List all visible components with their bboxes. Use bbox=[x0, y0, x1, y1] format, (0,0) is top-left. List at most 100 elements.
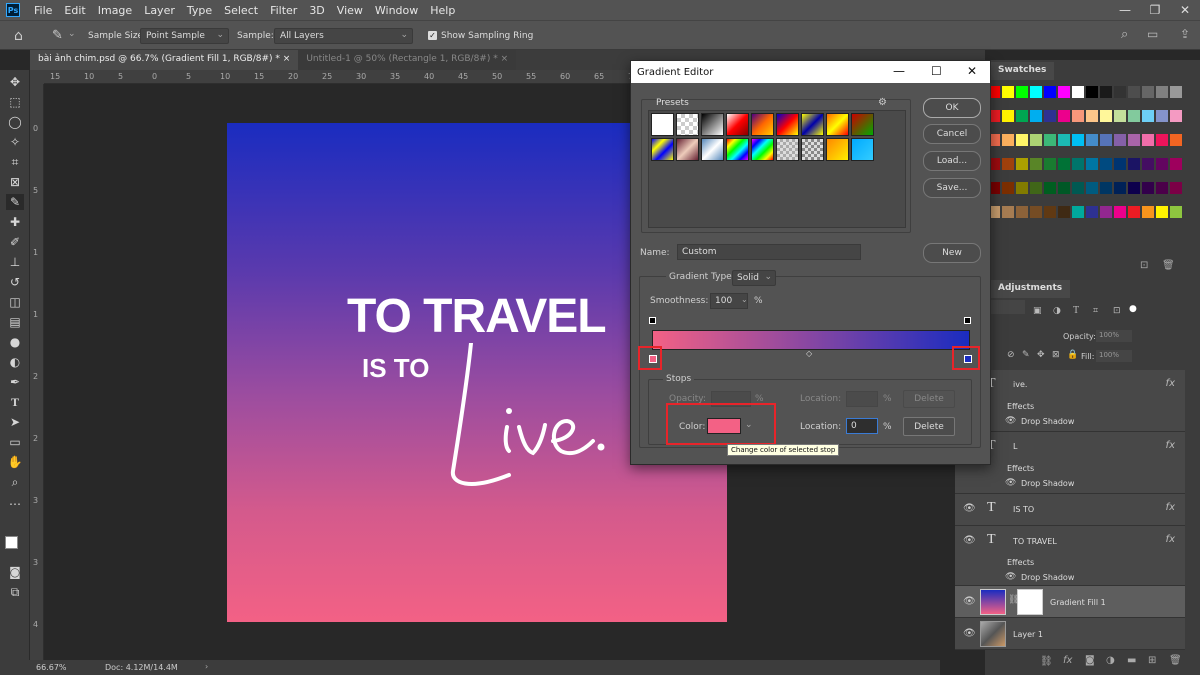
swatch[interactable] bbox=[1170, 182, 1182, 194]
menu-filter[interactable]: Filter bbox=[264, 4, 303, 17]
swatch[interactable] bbox=[1170, 134, 1182, 146]
crop-tool-icon[interactable]: ⌗ bbox=[6, 154, 24, 170]
layer-fx-icon[interactable]: fx bbox=[1166, 440, 1175, 451]
link-layers-icon[interactable]: ⛓ bbox=[1040, 656, 1053, 667]
preset-swatch[interactable] bbox=[651, 113, 674, 136]
midpoint-diamond-icon[interactable]: ◇ bbox=[806, 349, 812, 358]
swatch[interactable] bbox=[1086, 158, 1098, 170]
menu-window[interactable]: Window bbox=[369, 4, 424, 17]
preset-swatch[interactable] bbox=[651, 138, 674, 161]
menu-edit[interactable]: Edit bbox=[58, 4, 91, 17]
zoom-level[interactable]: 66.67% bbox=[36, 663, 67, 672]
layer-row[interactable]: 👁 T IS TO fx bbox=[955, 494, 1185, 526]
swatch[interactable] bbox=[1072, 86, 1084, 98]
more-tools-icon[interactable]: ⋯ bbox=[6, 496, 24, 512]
path-select-icon[interactable]: ➤ bbox=[6, 414, 24, 430]
add-style-icon[interactable]: fx bbox=[1063, 655, 1072, 666]
swatch[interactable] bbox=[1086, 134, 1098, 146]
menu-3d[interactable]: 3D bbox=[303, 4, 330, 17]
swatch[interactable] bbox=[1128, 206, 1140, 218]
swatch[interactable] bbox=[1016, 86, 1028, 98]
layer-row[interactable]: 👁 Layer 1 bbox=[955, 618, 1185, 650]
swatch[interactable] bbox=[1086, 182, 1098, 194]
swatch[interactable] bbox=[1030, 182, 1042, 194]
swatch[interactable] bbox=[1156, 134, 1168, 146]
swatch[interactable] bbox=[1002, 182, 1014, 194]
ok-button[interactable]: OK bbox=[923, 98, 981, 118]
menu-select[interactable]: Select bbox=[218, 4, 264, 17]
quick-select-tool-icon[interactable]: ✧ bbox=[6, 134, 24, 150]
swatch[interactable] bbox=[1142, 206, 1154, 218]
swatch[interactable] bbox=[1170, 158, 1182, 170]
swatch[interactable] bbox=[1016, 206, 1028, 218]
swatch[interactable] bbox=[1002, 86, 1014, 98]
swatch[interactable] bbox=[1156, 110, 1168, 122]
close-tab-icon[interactable]: × bbox=[501, 54, 509, 64]
filter-pixel-icon[interactable]: ▣ bbox=[1033, 306, 1042, 316]
foreground-color-swatch[interactable] bbox=[5, 536, 18, 549]
swatch[interactable] bbox=[1044, 110, 1056, 122]
swatch[interactable] bbox=[1170, 110, 1182, 122]
new-swatch-icon[interactable]: ⊡ bbox=[1140, 260, 1148, 271]
swatch[interactable] bbox=[1142, 110, 1154, 122]
preset-swatch[interactable] bbox=[851, 138, 874, 161]
layer-name[interactable]: IS TO bbox=[1013, 505, 1034, 514]
swatch[interactable] bbox=[1058, 86, 1070, 98]
opacity-field[interactable]: 100% bbox=[1096, 330, 1132, 342]
workspace-icon[interactable]: ▭ bbox=[1147, 27, 1158, 41]
swatch[interactable] bbox=[1086, 206, 1098, 218]
swatch[interactable] bbox=[1142, 182, 1154, 194]
gradient-bar[interactable] bbox=[652, 330, 970, 350]
dodge-tool-icon[interactable]: ◐ bbox=[6, 354, 24, 370]
color-location-input[interactable]: 0 bbox=[846, 418, 878, 434]
minimize-button[interactable]: — bbox=[1110, 0, 1140, 20]
preset-swatch[interactable] bbox=[776, 113, 799, 136]
swatch[interactable] bbox=[1030, 110, 1042, 122]
close-button[interactable]: ✕ bbox=[1170, 0, 1200, 20]
visibility-eye-icon[interactable]: 👁 bbox=[963, 503, 976, 514]
gradient-tool-icon[interactable]: ▤ bbox=[6, 314, 24, 330]
adjustment-layer-icon[interactable]: ◑ bbox=[1106, 655, 1115, 666]
marquee-tool-icon[interactable]: ⬚ bbox=[6, 94, 24, 110]
add-mask-icon[interactable]: ◙ bbox=[1085, 655, 1095, 666]
preset-swatch[interactable] bbox=[851, 113, 874, 136]
menu-type[interactable]: Type bbox=[181, 4, 218, 17]
healing-brush-icon[interactable]: ✚ bbox=[6, 214, 24, 230]
menu-layer[interactable]: Layer bbox=[138, 4, 181, 17]
swatch[interactable] bbox=[1100, 158, 1112, 170]
load-button[interactable]: Load... bbox=[923, 151, 981, 171]
swatch[interactable] bbox=[1072, 110, 1084, 122]
delete-layer-icon[interactable]: 🗑 bbox=[1169, 655, 1182, 666]
layer-filter-field[interactable] bbox=[985, 300, 1025, 314]
swatch[interactable] bbox=[1058, 110, 1070, 122]
home-icon[interactable]: ⌂ bbox=[14, 28, 23, 44]
swatch[interactable] bbox=[1002, 134, 1014, 146]
restore-button[interactable]: ❐ bbox=[1140, 0, 1170, 20]
preset-swatch[interactable] bbox=[726, 113, 749, 136]
preset-swatch[interactable] bbox=[826, 113, 849, 136]
swatch[interactable] bbox=[1016, 182, 1028, 194]
layer-name[interactable]: Layer 1 bbox=[1013, 630, 1043, 639]
tab-bai-anh-chim[interactable]: bài ảnh chim.psd @ 66.7% (Gradient Fill … bbox=[30, 50, 299, 70]
swatch[interactable] bbox=[1100, 86, 1112, 98]
swatch[interactable] bbox=[1100, 206, 1112, 218]
swatch[interactable] bbox=[1058, 158, 1070, 170]
frame-tool-icon[interactable]: ⊠ bbox=[6, 174, 24, 190]
eyedropper-tool-icon[interactable]: ✎ bbox=[6, 194, 24, 210]
layer-fx-icon[interactable]: fx bbox=[1166, 378, 1175, 389]
swatch[interactable] bbox=[1100, 110, 1112, 122]
layer-name[interactable]: TO TRAVEL bbox=[1013, 537, 1057, 546]
type-tool-icon[interactable]: T bbox=[6, 394, 24, 410]
swatch[interactable] bbox=[1170, 206, 1182, 218]
swatch[interactable] bbox=[1086, 110, 1098, 122]
menu-file[interactable]: File bbox=[28, 4, 58, 17]
swatch[interactable] bbox=[1128, 86, 1140, 98]
brush-tool-icon[interactable]: ✐ bbox=[6, 234, 24, 250]
quick-mask-icon[interactable]: ◙ bbox=[6, 564, 24, 580]
save-button[interactable]: Save... bbox=[923, 178, 981, 198]
preset-swatch[interactable] bbox=[676, 138, 699, 161]
new-layer-icon[interactable]: ⊞ bbox=[1148, 655, 1156, 666]
swatch[interactable] bbox=[1114, 182, 1126, 194]
history-brush-icon[interactable]: ↺ bbox=[6, 274, 24, 290]
swatch[interactable] bbox=[1100, 134, 1112, 146]
